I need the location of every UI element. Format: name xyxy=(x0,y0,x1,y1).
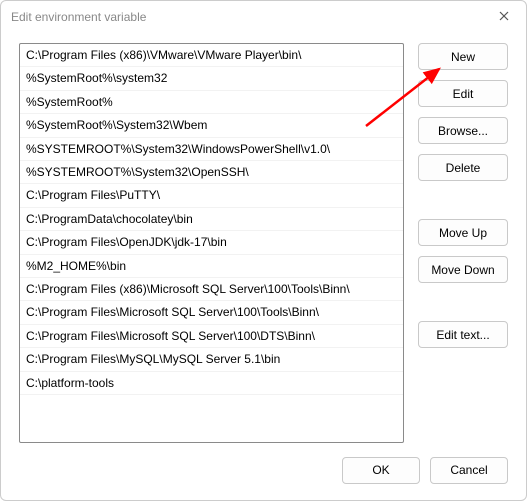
edit-button[interactable]: Edit xyxy=(418,80,508,107)
dialog-footer: OK Cancel xyxy=(1,450,526,500)
list-item[interactable]: C:\Program Files (x86)\Microsoft SQL Ser… xyxy=(20,278,403,301)
list-item[interactable]: C:\Program Files\Microsoft SQL Server\10… xyxy=(20,301,403,324)
list-item[interactable]: %SystemRoot%\system32 xyxy=(20,67,403,90)
browse-button[interactable]: Browse... xyxy=(418,117,508,144)
spacer xyxy=(418,293,508,311)
list-item[interactable]: C:\ProgramData\chocolatey\bin xyxy=(20,208,403,231)
list-item[interactable]: C:\Program Files\MySQL\MySQL Server 5.1\… xyxy=(20,348,403,371)
dialog-window: Edit environment variable C:\Program Fil… xyxy=(0,0,527,501)
cancel-button[interactable]: Cancel xyxy=(430,457,508,484)
titlebar: Edit environment variable xyxy=(1,1,526,33)
list-item[interactable]: C:\Program Files\Microsoft SQL Server\10… xyxy=(20,325,403,348)
edit-text-button[interactable]: Edit text... xyxy=(418,321,508,348)
window-title: Edit environment variable xyxy=(11,10,146,24)
move-down-button[interactable]: Move Down xyxy=(418,256,508,283)
list-item[interactable]: %SystemRoot% xyxy=(20,91,403,114)
close-button[interactable] xyxy=(482,1,526,31)
list-item[interactable]: %SYSTEMROOT%\System32\WindowsPowerShell\… xyxy=(20,138,403,161)
path-listbox[interactable]: C:\Program Files (x86)\VMware\VMware Pla… xyxy=(19,43,404,443)
list-item[interactable]: %SystemRoot%\System32\Wbem xyxy=(20,114,403,137)
list-item[interactable]: C:\Program Files (x86)\VMware\VMware Pla… xyxy=(20,44,403,67)
new-button[interactable]: New xyxy=(418,43,508,70)
list-item[interactable]: C:\platform-tools xyxy=(20,372,403,395)
list-item[interactable]: C:\Program Files\OpenJDK\jdk-17\bin xyxy=(20,231,403,254)
move-up-button[interactable]: Move Up xyxy=(418,219,508,246)
delete-button[interactable]: Delete xyxy=(418,154,508,181)
list-item[interactable]: %M2_HOME%\bin xyxy=(20,255,403,278)
list-item[interactable]: %SYSTEMROOT%\System32\OpenSSH\ xyxy=(20,161,403,184)
side-buttons: New Edit Browse... Delete Move Up Move D… xyxy=(418,43,508,450)
list-item[interactable]: C:\Program Files\PuTTY\ xyxy=(20,184,403,207)
ok-button[interactable]: OK xyxy=(342,457,420,484)
spacer xyxy=(418,191,508,209)
close-icon xyxy=(499,11,509,21)
dialog-body: C:\Program Files (x86)\VMware\VMware Pla… xyxy=(1,33,526,450)
